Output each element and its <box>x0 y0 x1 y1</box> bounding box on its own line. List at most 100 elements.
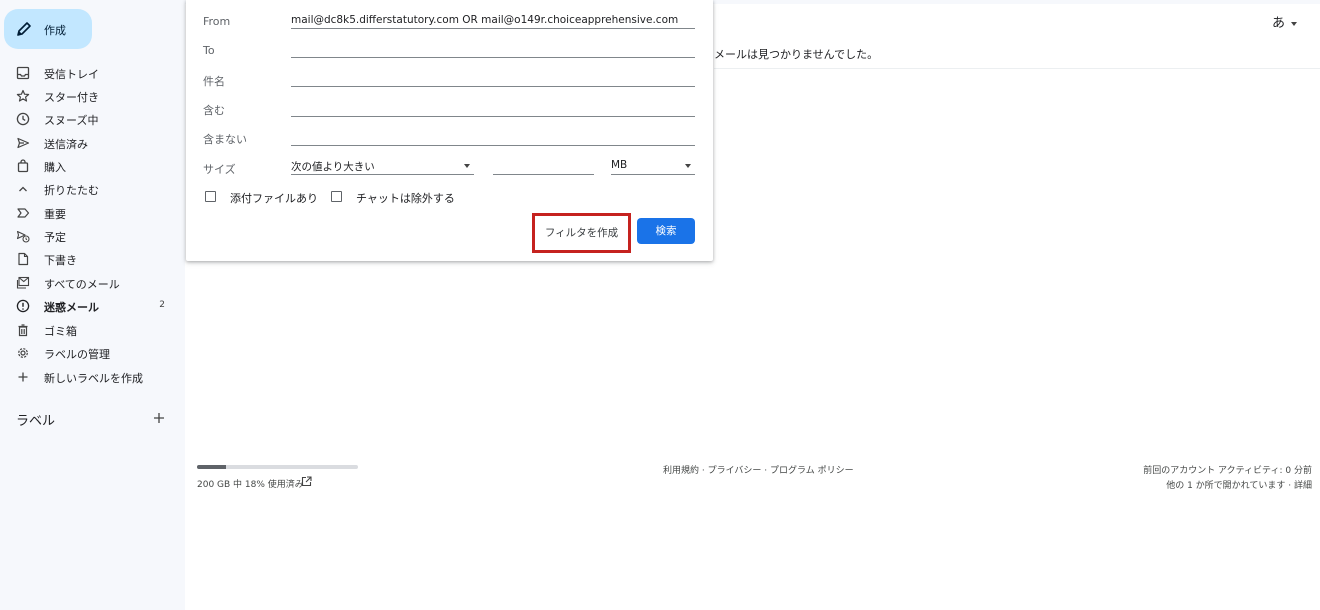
advanced-search-panel: From mail@dc8k5.differstatutory.com OR m… <box>186 0 713 261</box>
sidebar-item-label: 購入 <box>44 161 66 174</box>
sidebar-item-label: 迷惑メール <box>44 301 99 314</box>
from-input[interactable]: mail@dc8k5.differstatutory.com OR mail@o… <box>291 14 678 26</box>
subject-underline <box>291 86 695 87</box>
sidebar-item-snoozed[interactable]: スヌーズ中 <box>0 108 185 131</box>
external-link-icon[interactable] <box>301 476 312 487</box>
sidebar-item-label: ゴミ箱 <box>44 325 77 338</box>
not-words-label: 含まない <box>203 133 247 146</box>
labels-heading: ラベル <box>16 414 56 429</box>
inbox-icon <box>16 66 30 80</box>
sidebar-item-create-label[interactable]: 新しいラベルを作成 <box>0 366 185 389</box>
to-label: To <box>203 44 215 57</box>
sidebar-item-important[interactable]: 重要 <box>0 202 185 225</box>
chevron-down-icon <box>685 164 691 168</box>
sidebar-item-label: スター付き <box>44 91 99 104</box>
not-words-underline <box>291 145 695 146</box>
sidebar: 作成 受信トレイ スター付き スヌーズ中 送信済み 購入 折りたたむ 重要 予定… <box>0 0 185 610</box>
privacy-link[interactable]: プライバシー <box>708 466 762 476</box>
to-underline <box>291 57 695 58</box>
size-unit-select[interactable]: MB <box>611 157 695 175</box>
input-tools-label: あ <box>1272 16 1286 31</box>
chevron-down-icon <box>1291 21 1298 26</box>
create-filter-button[interactable]: フィルタを作成 <box>532 213 631 253</box>
sidebar-item-label: 受信トレイ <box>44 68 99 81</box>
sidebar-item-trash[interactable]: ゴミ箱 <box>0 319 185 342</box>
has-attachment-checkbox-row[interactable]: 添付ファイルあり <box>205 189 320 205</box>
program-policy-link[interactable]: プログラム ポリシー <box>770 466 854 476</box>
storage-usage-text: 200 GB 中 18% 使用済み <box>197 480 304 490</box>
sidebar-item-label: 重要 <box>44 208 66 221</box>
compose-button[interactable]: 作成 <box>4 9 92 49</box>
to-input[interactable] <box>291 43 695 57</box>
has-attachment-label: 添付ファイルあり <box>230 192 318 205</box>
last-activity-text: 前回のアカウント アクティビティ: 0 分前 <box>1143 466 1312 476</box>
scheduled-icon <box>16 229 30 243</box>
size-operator-select[interactable]: 次の値より大きい <box>291 157 474 175</box>
sidebar-item-label: すべてのメール <box>44 278 120 291</box>
sidebar-item-label: 予定 <box>44 231 66 244</box>
subject-label: 件名 <box>203 75 225 88</box>
sidebar-item-label: 下書き <box>44 254 77 267</box>
add-label-button[interactable] <box>152 411 166 425</box>
sidebar-item-all-mail[interactable]: すべてのメール <box>0 272 185 295</box>
important-icon <box>16 206 30 220</box>
sidebar-item-collapse[interactable]: 折りたたむ <box>0 178 185 201</box>
clock-icon <box>16 112 30 126</box>
sidebar-item-spam[interactable]: 迷惑メール 2 <box>0 295 185 318</box>
has-words-label: 含む <box>203 104 225 117</box>
plus-icon <box>16 370 30 384</box>
sidebar-item-inbox[interactable]: 受信トレイ <box>0 62 185 85</box>
divider <box>714 68 1320 69</box>
sidebar-item-scheduled[interactable]: 予定 <box>0 225 185 248</box>
from-label: From <box>203 15 231 28</box>
create-filter-label: フィルタを作成 <box>544 227 619 239</box>
chevron-down-icon <box>464 164 470 168</box>
sidebar-item-label: ラベルの管理 <box>44 348 110 361</box>
sidebar-item-sent[interactable]: 送信済み <box>0 132 185 155</box>
spam-icon <box>16 299 30 313</box>
search-button[interactable]: 検索 <box>637 218 695 244</box>
footer-links: 利用規約 · プライバシー · プログラム ポリシー <box>663 463 854 476</box>
has-words-underline <box>291 116 695 117</box>
gear-icon <box>16 346 30 360</box>
send-icon <box>16 136 30 150</box>
size-unit-value: MB <box>611 159 628 171</box>
pencil-icon <box>16 21 32 37</box>
input-tools-button[interactable]: あ <box>1272 12 1298 31</box>
trash-icon <box>16 323 30 337</box>
footer-separator: · <box>699 466 708 476</box>
storage-usage-fill <box>197 465 226 469</box>
star-icon <box>16 89 30 103</box>
open-sessions-label: 他の 1 か所で開かれています · <box>1166 481 1294 491</box>
sidebar-item-label: 新しいラベルを作成 <box>44 372 143 385</box>
sidebar-item-manage-labels[interactable]: ラベルの管理 <box>0 342 185 365</box>
plus-icon <box>154 413 164 423</box>
all-mail-icon <box>16 276 30 290</box>
size-label: サイズ <box>203 163 236 176</box>
shopping-bag-icon <box>16 159 30 173</box>
no-results-message: メールは見つかりませんでした。 <box>714 48 879 61</box>
sidebar-item-label: 折りたたむ <box>44 184 99 197</box>
open-sessions-text: 他の 1 か所で開かれています · 詳細 <box>1166 478 1312 491</box>
sidebar-item-starred[interactable]: スター付き <box>0 85 185 108</box>
sidebar-item-label: スヌーズ中 <box>44 114 99 127</box>
compose-label: 作成 <box>44 24 66 37</box>
from-underline <box>291 28 695 29</box>
has-words-input[interactable] <box>291 101 695 115</box>
exclude-chats-label: チャットは除外する <box>356 192 455 205</box>
exclude-chats-checkbox[interactable] <box>331 191 342 202</box>
storage-usage-bar <box>197 465 358 469</box>
sidebar-item-drafts[interactable]: 下書き <box>0 248 185 271</box>
sidebar-item-label: 送信済み <box>44 138 88 151</box>
chevron-up-icon <box>16 182 30 196</box>
size-value-input[interactable] <box>493 157 594 175</box>
has-attachment-checkbox[interactable] <box>205 191 216 202</box>
not-words-input[interactable] <box>291 130 695 144</box>
sidebar-item-purchases[interactable]: 購入 <box>0 155 185 178</box>
details-link[interactable]: 詳細 <box>1294 481 1312 491</box>
terms-link[interactable]: 利用規約 <box>663 466 699 476</box>
size-operator-value: 次の値より大きい <box>291 161 375 173</box>
unread-count: 2 <box>159 300 165 310</box>
subject-input[interactable] <box>291 72 695 86</box>
exclude-chats-checkbox-row[interactable]: チャットは除外する <box>331 189 461 205</box>
